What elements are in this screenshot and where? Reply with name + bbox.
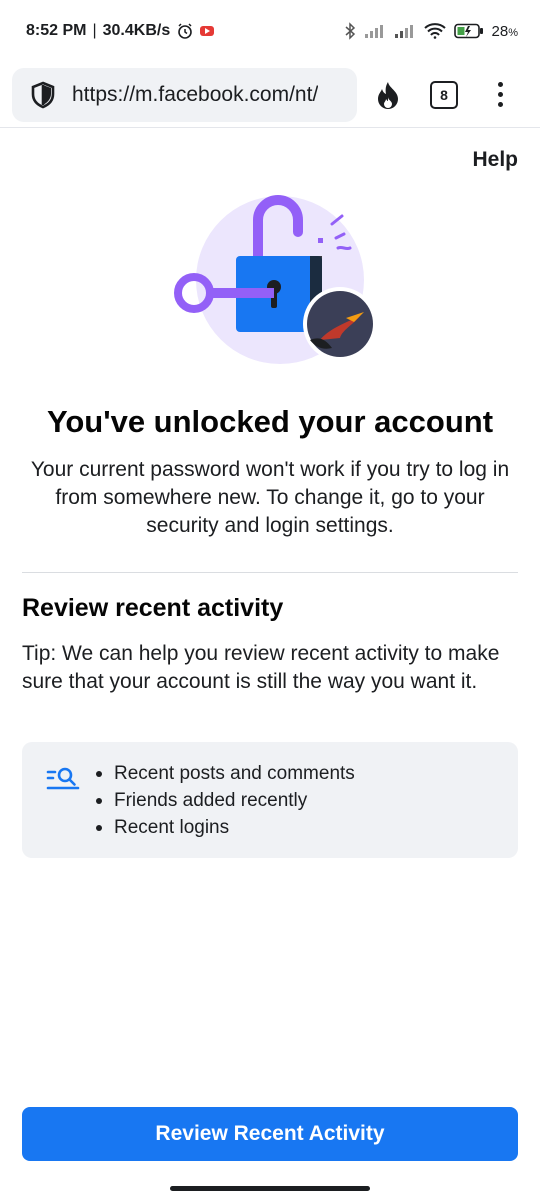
tip-text: Tip: We can help you review recent activ…	[22, 642, 500, 693]
review-recent-activity-button[interactable]: Review Recent Activity	[22, 1107, 518, 1161]
profile-avatar	[303, 288, 377, 362]
signal-icon-2	[394, 25, 413, 38]
divider	[22, 572, 518, 573]
wifi-icon	[423, 23, 446, 39]
shield-icon[interactable]	[28, 80, 58, 110]
youtube-notification-icon	[200, 26, 215, 36]
list-item: Recent posts and comments	[94, 760, 355, 787]
browser-actions: 8	[360, 68, 528, 122]
home-indicator[interactable]	[170, 1186, 370, 1191]
page-subtitle: Your current password won't work if you …	[30, 458, 510, 537]
search-list-icon	[46, 767, 80, 790]
fire-icon[interactable]	[375, 80, 401, 110]
page-title: You've unlocked your account	[46, 404, 494, 439]
tabs-button[interactable]: 8	[416, 68, 472, 122]
menu-button[interactable]	[472, 68, 528, 122]
review-heading: Review recent activity	[22, 594, 284, 622]
battery-icon	[453, 23, 483, 39]
status-time: 8:52 PM	[26, 22, 87, 39]
address-bar[interactable]: https://m.facebook.com/nt/	[12, 67, 357, 122]
url-text[interactable]: https://m.facebook.com/nt/	[72, 83, 318, 107]
alarm-icon	[178, 23, 193, 39]
status-right: 28%	[344, 22, 518, 40]
status-separator: |	[92, 22, 97, 39]
status-left: 8:52 PM | 30.4KB/s	[26, 22, 215, 40]
more-vert-icon[interactable]	[497, 82, 503, 107]
battery-percent: 28%	[491, 22, 518, 40]
activity-list: Recent posts and comments Friends added …	[94, 760, 355, 858]
fire-button[interactable]	[360, 68, 416, 122]
activity-card: Recent posts and comments Friends added …	[22, 742, 518, 858]
network-speed: 30.4KB/s	[102, 22, 171, 39]
list-item: Recent logins	[94, 814, 355, 841]
tabs-icon[interactable]: 8	[430, 80, 458, 109]
list-item: Friends added recently	[94, 787, 355, 814]
status-bar: 8:52 PM | 30.4KB/s 28%	[0, 0, 540, 62]
signal-icon	[364, 25, 383, 38]
bluetooth-icon	[345, 22, 355, 40]
help-link[interactable]: Help	[472, 148, 518, 172]
browser-toolbar: https://m.facebook.com/nt/ 8	[0, 62, 540, 128]
